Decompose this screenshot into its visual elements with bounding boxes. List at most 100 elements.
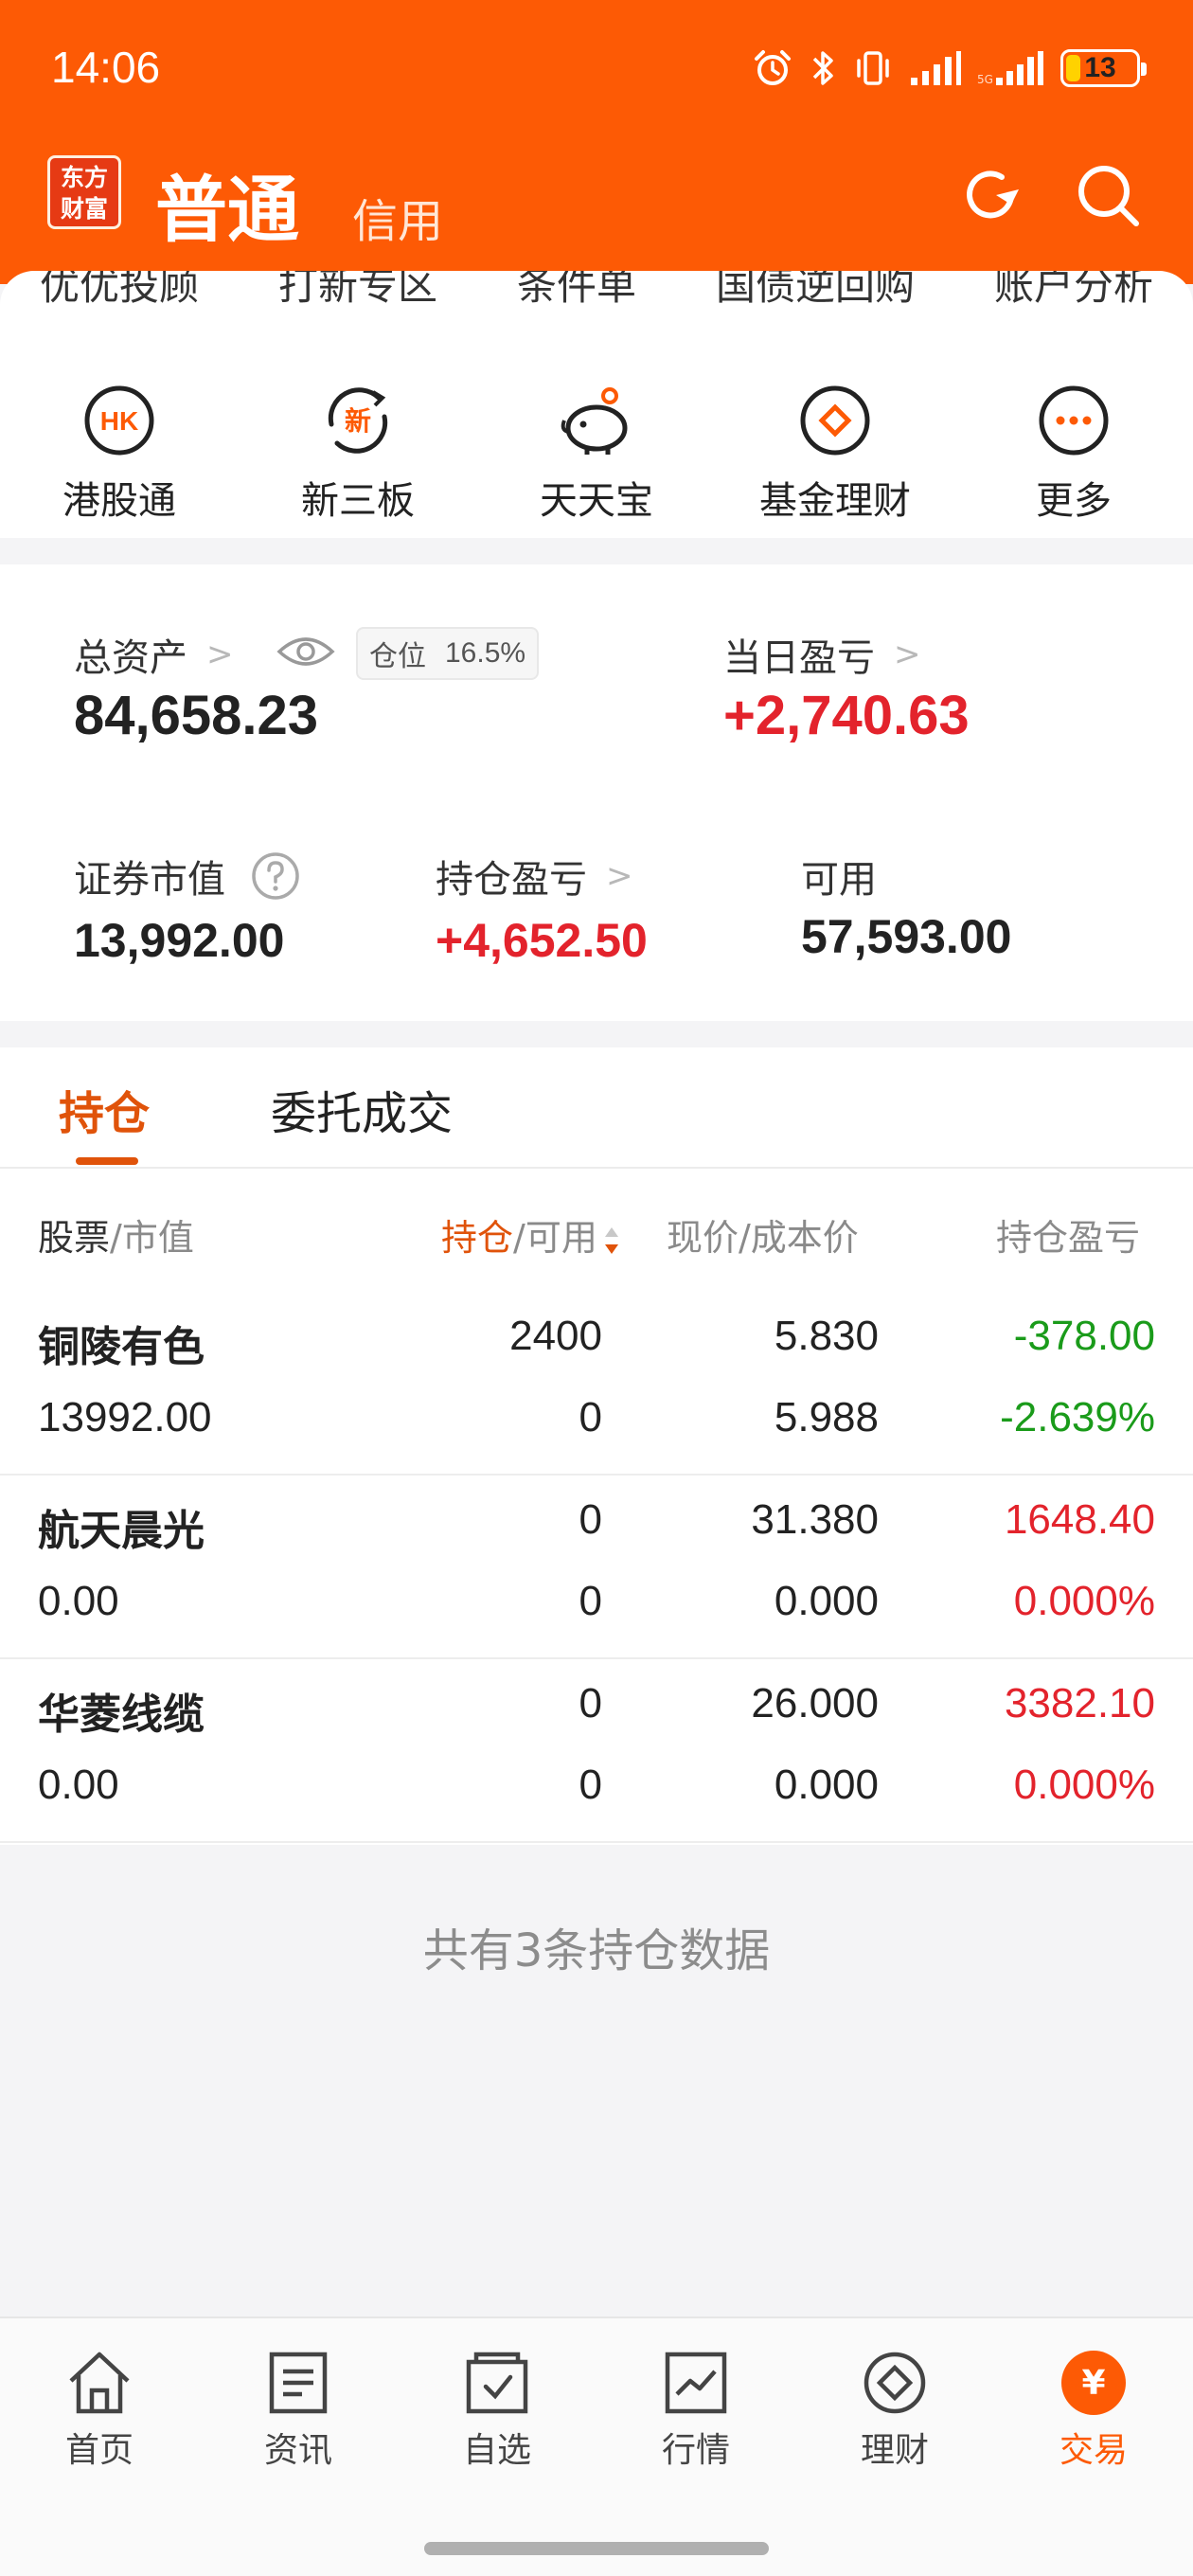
quick-entry-row-partial: 优优投顾 打新专区 条件单 国债逆回购 账户分析: [0, 271, 1193, 312]
vibrate-icon: [857, 51, 889, 85]
eye-icon[interactable]: [276, 633, 335, 671]
fund-diamond-icon: [800, 385, 870, 456]
holding-pl: 3382.10: [1004, 1680, 1155, 1726]
trade-icon: ¥: [1061, 2351, 1126, 2415]
col-stock: 股票/市值: [38, 1217, 194, 1259]
nav-label: 理财: [860, 2431, 929, 2470]
quick-entry-5[interactable]: 账户分析: [994, 271, 1153, 312]
nav-watchlist[interactable]: 自选: [398, 2347, 596, 2472]
hold-qty: 0: [579, 1680, 602, 1726]
logo-line-1: 东方: [60, 164, 108, 191]
east-money-logo: 东方 财富: [47, 155, 121, 229]
holding-pl: -378.00: [1013, 1313, 1155, 1359]
home-indicator-bar[interactable]: [424, 2542, 769, 2555]
hold-qty: 0: [579, 1496, 602, 1543]
search-icon[interactable]: [1070, 157, 1146, 233]
col-hold-sortable[interactable]: 持仓/可用: [441, 1208, 620, 1261]
chevron-right-icon: >: [206, 635, 234, 673]
bottom-navigation: 首页 资讯 自选 行情 理财 ¥ 交易: [0, 2317, 1193, 2576]
signal-1-icon: [911, 51, 961, 85]
refresh-icon[interactable]: [953, 157, 1028, 233]
tab-orders-trades[interactable]: 委托成交: [271, 1076, 453, 1142]
shortcut-label: 更多: [1036, 479, 1112, 523]
stock-market-value: 0.00: [38, 1578, 119, 1624]
quick-entry-3[interactable]: 条件单: [517, 271, 636, 312]
logo-line-2: 财富: [60, 195, 108, 223]
table-row[interactable]: 华菱线缆 0.00 0 0 26.000 0.000 3382.10 0.000…: [0, 1659, 1193, 1843]
holdings-section: 持仓 委托成交 股票/市值 持仓/可用 现价/成本价 持仓盈亏 铜陵有色 139…: [0, 1047, 1193, 1845]
shortcut-new-third-board[interactable]: 新 新三板: [239, 383, 477, 525]
mode-tab-credit[interactable]: 信用: [352, 184, 443, 250]
cost-price: 0.000: [774, 1762, 879, 1808]
position-label: 仓位: [369, 640, 426, 673]
shortcut-fund[interactable]: 基金理财: [716, 383, 954, 525]
nav-wealth[interactable]: 理财: [795, 2347, 994, 2472]
stock-market-value: 0.00: [38, 1762, 119, 1808]
daily-pl-value: +2,740.63: [723, 685, 970, 746]
piggy-bank-icon: [561, 387, 628, 455]
news-icon: [269, 2352, 328, 2414]
battery-level: 13: [1084, 52, 1116, 83]
nav-news[interactable]: 资讯: [199, 2347, 398, 2472]
available-value: 57,593.00: [801, 910, 1012, 963]
nav-label: 交易: [1059, 2431, 1128, 2470]
shortcut-hk-connect[interactable]: HK 港股通: [0, 383, 239, 525]
shortcut-label: 新三板: [301, 479, 415, 523]
signal-2-icon: 5G: [977, 51, 1043, 86]
table-row[interactable]: 铜陵有色 13992.00 2400 0 5.830 5.988 -378.00…: [0, 1292, 1193, 1476]
asset-summary-card: 总资产 > 仓位 16.5% 84,658.23 当日盈亏 > +2,740.6…: [0, 564, 1193, 1021]
more-icon: [1039, 385, 1109, 456]
status-time: 14:06: [51, 43, 161, 92]
battery-icon: 13: [1060, 49, 1147, 87]
help-icon[interactable]: [250, 850, 301, 902]
sort-desc-icon: [604, 1226, 618, 1254]
stock-market-value: 13992.00: [38, 1394, 212, 1440]
hk-icon: HK: [84, 385, 154, 456]
position-value: 16.5%: [445, 637, 526, 669]
trade-icon-glyph: ¥: [1081, 2364, 1105, 2403]
holdings-tabs: 持仓 委托成交: [0, 1047, 1193, 1169]
mode-tab-normal[interactable]: 普通: [155, 152, 299, 256]
tab-positions[interactable]: 持仓: [59, 1076, 150, 1142]
col-holding-pl: 持仓盈亏: [996, 1217, 1141, 1259]
holding-pl-value: +4,652.50: [436, 914, 648, 967]
holding-pl-pct: 0.000%: [1013, 1578, 1155, 1624]
available-qty: 0: [579, 1394, 602, 1440]
new-board-icon: 新: [328, 387, 388, 454]
holding-pl-link[interactable]: 持仓盈亏 >: [436, 849, 633, 903]
shortcut-tiantianbao[interactable]: 天天宝: [477, 383, 716, 525]
market-chart-icon: [665, 2352, 727, 2414]
status-bar: 14:06 5G 13: [0, 0, 1193, 140]
daily-pl-label: 当日盈亏: [723, 636, 875, 680]
holding-pl: 1648.40: [1004, 1496, 1155, 1543]
nav-home[interactable]: 首页: [0, 2347, 199, 2472]
daily-pl-link[interactable]: 当日盈亏 >: [723, 627, 921, 682]
svg-text:5G: 5G: [977, 73, 993, 86]
active-tab-indicator: [76, 1157, 138, 1165]
available-qty: 0: [579, 1578, 602, 1624]
shortcut-label: 基金理财: [759, 479, 911, 523]
alarm-icon: [755, 50, 791, 85]
total-assets-link[interactable]: 总资产 >: [74, 627, 234, 682]
nav-market[interactable]: 行情: [596, 2347, 795, 2472]
shortcut-more[interactable]: 更多: [954, 383, 1193, 525]
status-icons: 5G 13: [752, 47, 1147, 89]
home-icon: [69, 2352, 130, 2414]
chevron-right-icon: >: [894, 635, 921, 673]
table-row[interactable]: 航天晨光 0.00 0 0 31.380 0.000 1648.40 0.000…: [0, 1476, 1193, 1659]
available-label-group: 可用: [801, 849, 877, 903]
available-qty: 0: [579, 1762, 602, 1808]
quick-entry-2[interactable]: 打新专区: [278, 271, 437, 312]
nav-trade[interactable]: ¥ 交易: [994, 2347, 1193, 2472]
holding-pl-pct: 0.000%: [1013, 1762, 1155, 1808]
col-price-cost: 现价/成本价: [667, 1217, 859, 1259]
bluetooth-icon: [812, 51, 833, 85]
shortcut-label: 港股通: [62, 479, 176, 523]
shortcut-grid: HK 港股通 新 新三板 天天宝 基金理财 更多: [0, 383, 1193, 525]
quick-entry-1[interactable]: 优优投顾: [40, 271, 199, 312]
cost-price: 5.988: [774, 1394, 879, 1440]
total-assets-value: 84,658.23: [74, 685, 319, 746]
quick-entry-4[interactable]: 国债逆回购: [716, 271, 915, 312]
current-price: 5.830: [774, 1313, 879, 1359]
app-bar: 东方 财富 普通 信用: [0, 140, 1193, 254]
